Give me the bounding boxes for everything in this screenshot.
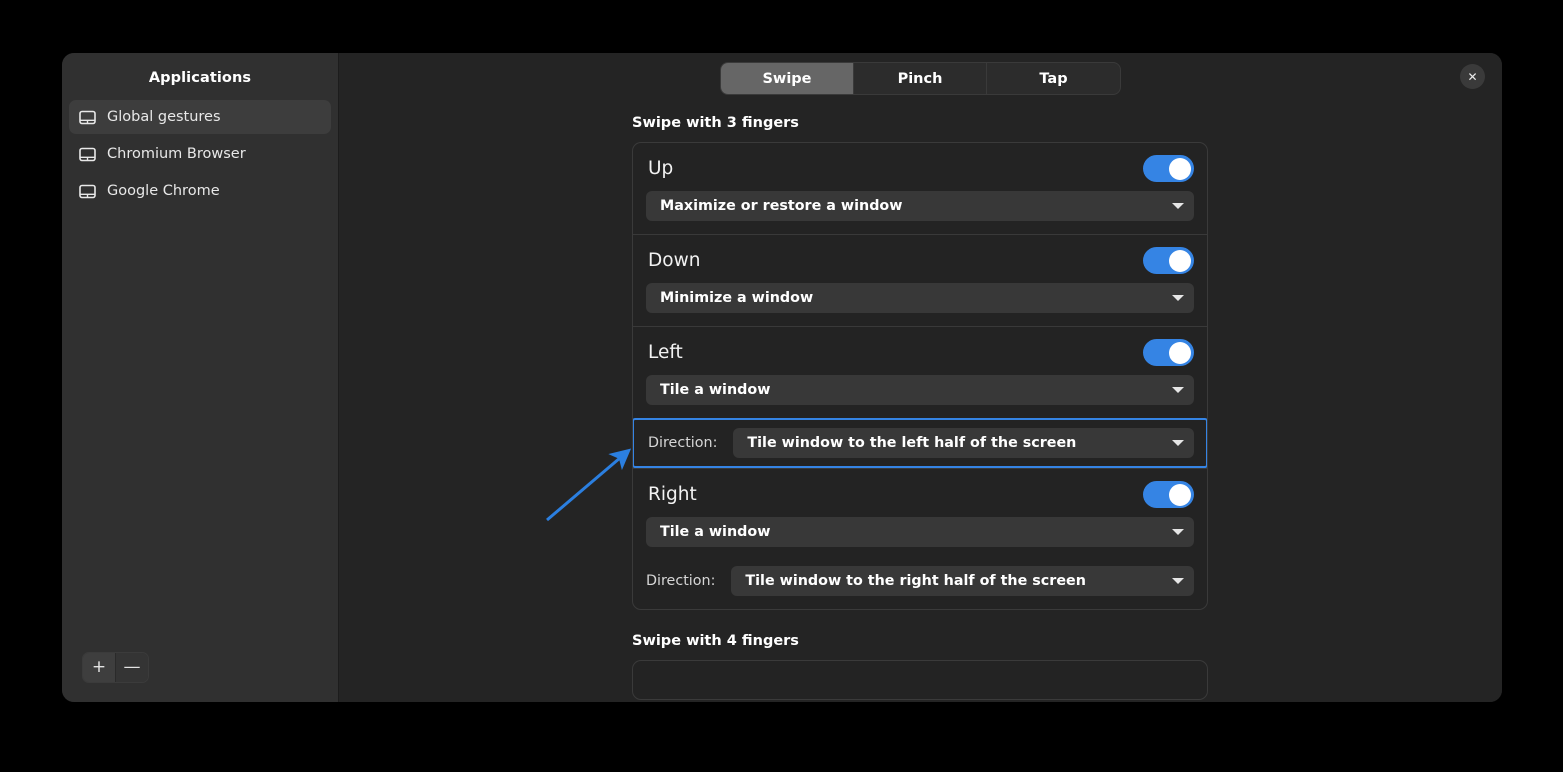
gesture-left-direction-combobox[interactable]: Tile window to the left half of the scre…	[733, 428, 1194, 458]
close-icon[interactable]: ✕	[1460, 64, 1485, 89]
gesture-left-action-wrap: Tile a window	[633, 368, 1207, 418]
gesture-right-label: Right	[648, 484, 697, 505]
combo-value: Tile a window	[660, 382, 771, 398]
sidebar-item-label: Chromium Browser	[107, 146, 246, 162]
tab-swipe[interactable]: Swipe	[721, 63, 854, 94]
gesture-right-direction-combobox[interactable]: Tile window to the right half of the scr…	[731, 566, 1194, 596]
sidebar-item-label: Google Chrome	[107, 183, 220, 199]
sidebar-list: Global gestures Chromium Browser Google …	[62, 100, 338, 208]
gesture-up-header: Up	[633, 143, 1207, 184]
gesture-up-label: Up	[648, 158, 674, 179]
gesture-right-action-combobox[interactable]: Tile a window	[646, 517, 1194, 547]
touchpad-icon	[79, 110, 96, 125]
gesture-down: Down Minimize a window	[633, 234, 1207, 326]
chevron-down-icon	[1172, 295, 1184, 301]
gesture-right-direction-row: Direction: Tile window to the right half…	[633, 560, 1207, 609]
direction-label: Direction:	[648, 435, 718, 451]
touchpad-icon	[79, 184, 96, 199]
sidebar-item-label: Global gestures	[107, 109, 221, 125]
chevron-down-icon	[1172, 440, 1184, 446]
gesture-down-toggle[interactable]	[1143, 247, 1194, 274]
toggle-knob	[1169, 341, 1191, 364]
gesture-left-action-combobox[interactable]: Tile a window	[646, 375, 1194, 405]
combo-value: Maximize or restore a window	[660, 198, 903, 214]
chevron-down-icon	[1172, 387, 1184, 393]
add-application-button[interactable]: +	[83, 653, 115, 682]
sidebar-action-buttons: + —	[82, 652, 149, 683]
gesture-right-header: Right	[633, 469, 1207, 510]
gesture-down-action-wrap: Minimize a window	[633, 276, 1207, 326]
gesture-right-action-wrap: Tile a window	[633, 510, 1207, 560]
gestures-settings-window: Applications Global gestures Chromium Br…	[62, 53, 1502, 702]
section-title-3-fingers: Swipe with 3 fingers	[632, 115, 799, 131]
gesture-up-action-combobox[interactable]: Maximize or restore a window	[646, 191, 1194, 221]
chevron-down-icon	[1172, 203, 1184, 209]
toggle-knob	[1169, 249, 1191, 272]
swipe-3-fingers-card: Up Maximize or restore a window Down Min…	[632, 142, 1208, 610]
sidebar-item-chromium-browser[interactable]: Chromium Browser	[69, 137, 331, 171]
touchpad-icon	[79, 147, 96, 162]
main-pane: Swipe Pinch Tap ✕ Swipe with 3 fingers U…	[339, 53, 1502, 702]
swipe-4-fingers-card	[632, 660, 1208, 700]
gesture-down-action-combobox[interactable]: Minimize a window	[646, 283, 1194, 313]
combo-value: Tile window to the left half of the scre…	[747, 435, 1077, 451]
gesture-right: Right Tile a window Direction: Tile wind…	[633, 468, 1207, 609]
sidebar-item-google-chrome[interactable]: Google Chrome	[69, 174, 331, 208]
toggle-knob	[1169, 157, 1191, 180]
gesture-left-label: Left	[648, 342, 683, 363]
remove-application-button[interactable]: —	[116, 653, 148, 682]
combo-value: Minimize a window	[660, 290, 814, 306]
gesture-type-tabs: Swipe Pinch Tap	[720, 62, 1121, 95]
gesture-up-action-wrap: Maximize or restore a window	[633, 184, 1207, 234]
gesture-down-label: Down	[648, 250, 701, 271]
direction-label: Direction:	[646, 573, 716, 589]
gesture-left-direction-row: Direction: Tile window to the left half …	[633, 418, 1207, 468]
gesture-right-toggle[interactable]	[1143, 481, 1194, 508]
combo-value: Tile a window	[660, 524, 771, 540]
section-title-4-fingers: Swipe with 4 fingers	[632, 633, 799, 649]
gesture-left-header: Left	[633, 327, 1207, 368]
gesture-up: Up Maximize or restore a window	[633, 143, 1207, 234]
tab-tap[interactable]: Tap	[987, 63, 1120, 94]
settings-scroll-area[interactable]: Swipe with 3 fingers Up Maximize or rest…	[339, 105, 1502, 702]
sidebar-item-global-gestures[interactable]: Global gestures	[69, 100, 331, 134]
tab-pinch[interactable]: Pinch	[854, 63, 987, 94]
combo-value: Tile window to the right half of the scr…	[745, 573, 1086, 589]
chevron-down-icon	[1172, 529, 1184, 535]
chevron-down-icon	[1172, 578, 1184, 584]
gesture-left-toggle[interactable]	[1143, 339, 1194, 366]
sidebar: Applications Global gestures Chromium Br…	[62, 53, 339, 702]
gesture-down-header: Down	[633, 235, 1207, 276]
toggle-knob	[1169, 483, 1191, 506]
sidebar-title: Applications	[148, 70, 252, 86]
gesture-up-toggle[interactable]	[1143, 155, 1194, 182]
gesture-left: Left Tile a window Direction: Tile windo…	[633, 326, 1207, 468]
